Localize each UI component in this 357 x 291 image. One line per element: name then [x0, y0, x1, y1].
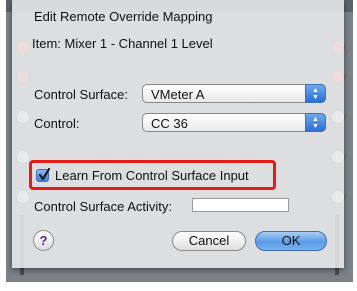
- screenshot-canvas: Edit Remote Override Mapping Item: Mixer…: [0, 0, 357, 291]
- control-surface-popup[interactable]: VMeter A ▲ ▼: [142, 84, 326, 103]
- control-value: CC 36: [151, 116, 188, 131]
- control-surface-value: VMeter A: [151, 87, 205, 102]
- edit-remote-override-dialog: Edit Remote Override Mapping Item: Mixer…: [12, 0, 344, 268]
- learn-checkbox-label[interactable]: Learn From Control Surface Input: [55, 168, 249, 183]
- dialog-title: Edit Remote Override Mapping: [34, 9, 213, 24]
- control-label: Control:: [34, 116, 80, 131]
- control-surface-activity-field: [192, 198, 289, 212]
- item-description: Item: Mixer 1 - Channel 1 Level: [32, 36, 213, 51]
- control-popup[interactable]: CC 36 ▲ ▼: [142, 113, 326, 132]
- cancel-button[interactable]: Cancel: [172, 231, 246, 251]
- popup-arrows-icon: ▲ ▼: [305, 113, 326, 132]
- checkmark-icon: [39, 168, 50, 180]
- popup-arrows-icon: ▲ ▼: [305, 84, 326, 103]
- help-button[interactable]: ?: [33, 230, 54, 251]
- control-surface-activity-label: Control Surface Activity:: [34, 199, 172, 214]
- control-surface-label: Control Surface:: [34, 87, 128, 102]
- ok-button[interactable]: OK: [255, 231, 327, 251]
- learn-checkbox[interactable]: [36, 168, 50, 182]
